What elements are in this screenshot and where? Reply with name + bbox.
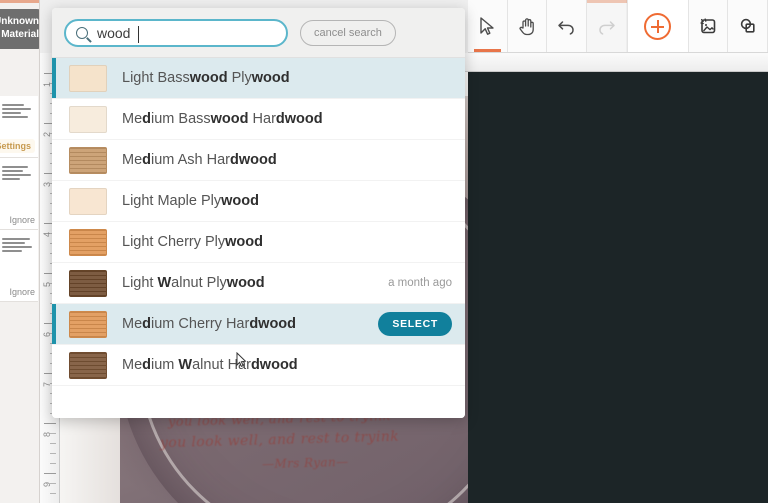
- unknown-material-tooltip: Unknown Material: [0, 9, 39, 49]
- result-row[interactable]: Medium Cherry Hardwood SELECT: [52, 304, 465, 345]
- card-thumbnail: [2, 104, 34, 130]
- material-name: Medium Cherry Hardwood: [122, 316, 297, 332]
- select-tool[interactable]: [468, 0, 508, 52]
- material-swatch: [69, 146, 107, 174]
- search-input-wrapper[interactable]: [64, 18, 288, 47]
- select-button[interactable]: SELECT: [378, 312, 452, 336]
- result-row[interactable]: Medium Walnut Hardwood: [52, 345, 465, 386]
- material-swatch: [69, 310, 107, 338]
- pan-tool[interactable]: [507, 0, 548, 52]
- cancel-search-button[interactable]: cancel search: [300, 19, 396, 46]
- result-row[interactable]: Light Walnut Plywood a month ago: [52, 263, 465, 304]
- card-ignore-button[interactable]: Ignore: [9, 215, 35, 225]
- ruler-tick-major: [44, 473, 56, 474]
- material-swatch: [69, 351, 107, 379]
- search-results-list: Light Basswood Plywood Medium Basswood Ha…: [52, 58, 465, 386]
- undo-button[interactable]: [547, 0, 588, 52]
- shape-combine-tool[interactable]: [728, 0, 768, 52]
- image-trace-tool[interactable]: [688, 0, 729, 52]
- results-footer: [52, 386, 465, 418]
- ruler-tick-major: [44, 423, 56, 424]
- result-row[interactable]: Medium Basswood Hardwood: [52, 99, 465, 140]
- text-caret: [138, 25, 139, 43]
- result-row[interactable]: Light Maple Plywood: [52, 181, 465, 222]
- search-bar: cancel search: [52, 8, 465, 58]
- search-icon: [76, 26, 88, 39]
- material-name: Light Maple Plywood: [122, 193, 259, 209]
- material-swatch: [69, 228, 107, 256]
- card-thumbnail: [2, 166, 34, 192]
- sidebar-card-0[interactable]: Settings: [0, 96, 38, 158]
- result-row[interactable]: Medium Ash Hardwood: [52, 140, 465, 181]
- redo-button[interactable]: [587, 0, 627, 52]
- ruler-tick: [50, 493, 56, 494]
- material-name: Medium Basswood Hardwood: [122, 111, 323, 127]
- material-swatch: [69, 269, 107, 297]
- ruler-tick: [50, 443, 56, 444]
- result-row[interactable]: Light Basswood Plywood: [52, 58, 465, 99]
- sidebar-card-2[interactable]: Ignore: [0, 230, 38, 302]
- ruler-tick: [50, 483, 56, 484]
- handwriting-signature: —Mrs Ryan—: [261, 454, 349, 472]
- material-timestamp: a month ago: [388, 277, 452, 289]
- ruler-tick: [50, 453, 56, 454]
- material-name: Light Cherry Plywood: [122, 234, 264, 250]
- plus-circle-icon: [644, 12, 672, 40]
- card-settings-button[interactable]: Settings: [0, 139, 35, 153]
- dark-workspace-panel: [468, 72, 768, 503]
- result-row[interactable]: Light Cherry Plywood: [52, 222, 465, 263]
- ruler-tick: [50, 433, 56, 434]
- material-name: Medium Ash Hardwood: [122, 152, 277, 168]
- card-ignore-button[interactable]: Ignore: [9, 287, 35, 297]
- material-name: Medium Walnut Hardwood: [122, 357, 298, 373]
- material-swatch: [69, 187, 107, 215]
- material-swatch: [69, 64, 107, 92]
- toolbar: [468, 0, 768, 53]
- material-name: Light Basswood Plywood: [122, 70, 290, 86]
- left-sidebar: Unknown Material Settings Ignore Ignore: [0, 0, 40, 503]
- material-search-dropdown: cancel search Light Basswood Plywood Medi…: [52, 8, 465, 418]
- material-name: Light Walnut Plywood: [122, 275, 265, 291]
- add-button[interactable]: [626, 0, 689, 52]
- ruler-tick: [50, 463, 56, 464]
- material-swatch: [69, 105, 107, 133]
- card-thumbnail: [2, 238, 34, 264]
- sidebar-card-1[interactable]: Ignore: [0, 158, 38, 230]
- search-input[interactable]: [97, 24, 276, 41]
